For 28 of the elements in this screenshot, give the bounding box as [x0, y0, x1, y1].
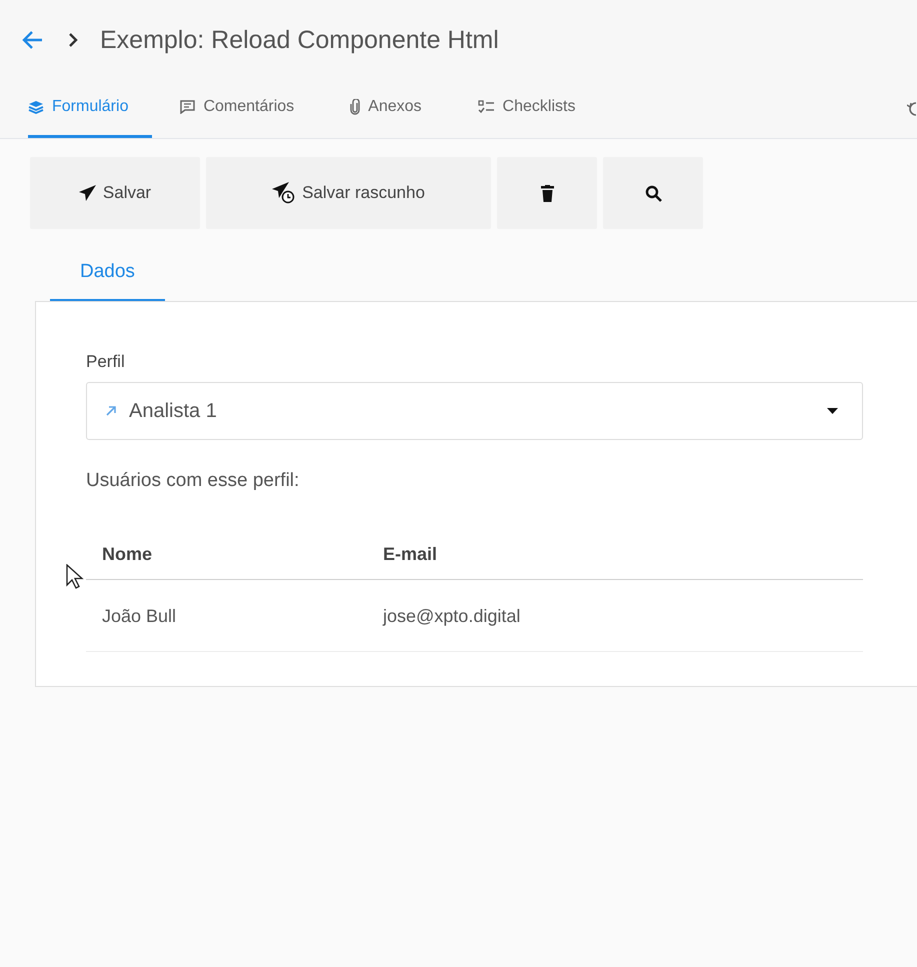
comment-icon: [180, 100, 196, 114]
layers-icon: [28, 100, 44, 114]
arrow-up-right-icon: [105, 405, 117, 417]
tab[interactable]: Formulário: [28, 79, 152, 138]
paper-plane-icon: [78, 185, 97, 201]
page-title: Exemplo: Reload Componente Html: [100, 26, 499, 54]
mouse-cursor-icon: [66, 564, 84, 590]
checklist-icon: [478, 100, 495, 114]
table-cell: João Bull: [86, 580, 367, 652]
column-header: E-mail: [367, 544, 863, 580]
field-label: Perfil: [86, 352, 126, 372]
paperclip-icon: [350, 99, 360, 115]
section-caption: Usuários com esse perfil:: [86, 470, 300, 492]
save-draft-button[interactable]: Salvar rascunho: [206, 157, 491, 229]
caret-down-icon: [827, 408, 838, 414]
profile-dropdown[interactable]: Analista 1: [86, 382, 863, 440]
delete-button[interactable]: [497, 157, 597, 229]
tab[interactable]: Anexos: [350, 79, 450, 138]
table-cell: jose@xpto.digital: [367, 580, 863, 652]
search-icon: [644, 184, 662, 202]
tab[interactable]: Checklists: [478, 79, 604, 138]
trash-icon: [540, 184, 554, 202]
plane-clock-icon: [272, 182, 296, 204]
save-button[interactable]: Salvar: [30, 157, 200, 229]
chevron-right-icon: [68, 33, 78, 47]
column-header: Nome: [86, 544, 367, 580]
back-arrow-icon[interactable]: [22, 30, 44, 50]
tab[interactable]: Comentários: [180, 79, 322, 138]
